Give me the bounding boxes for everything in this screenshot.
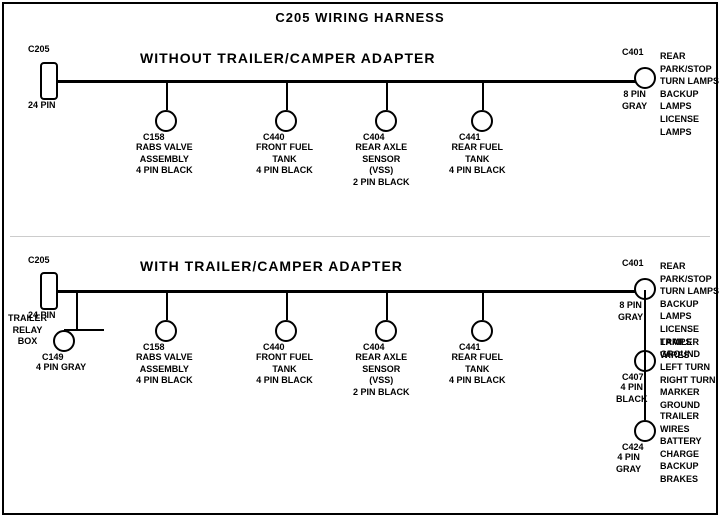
- outer-border: [2, 2, 718, 515]
- diagram-area: C205 WIRING HARNESS WITHOUT TRAILER/CAMP…: [0, 0, 720, 500]
